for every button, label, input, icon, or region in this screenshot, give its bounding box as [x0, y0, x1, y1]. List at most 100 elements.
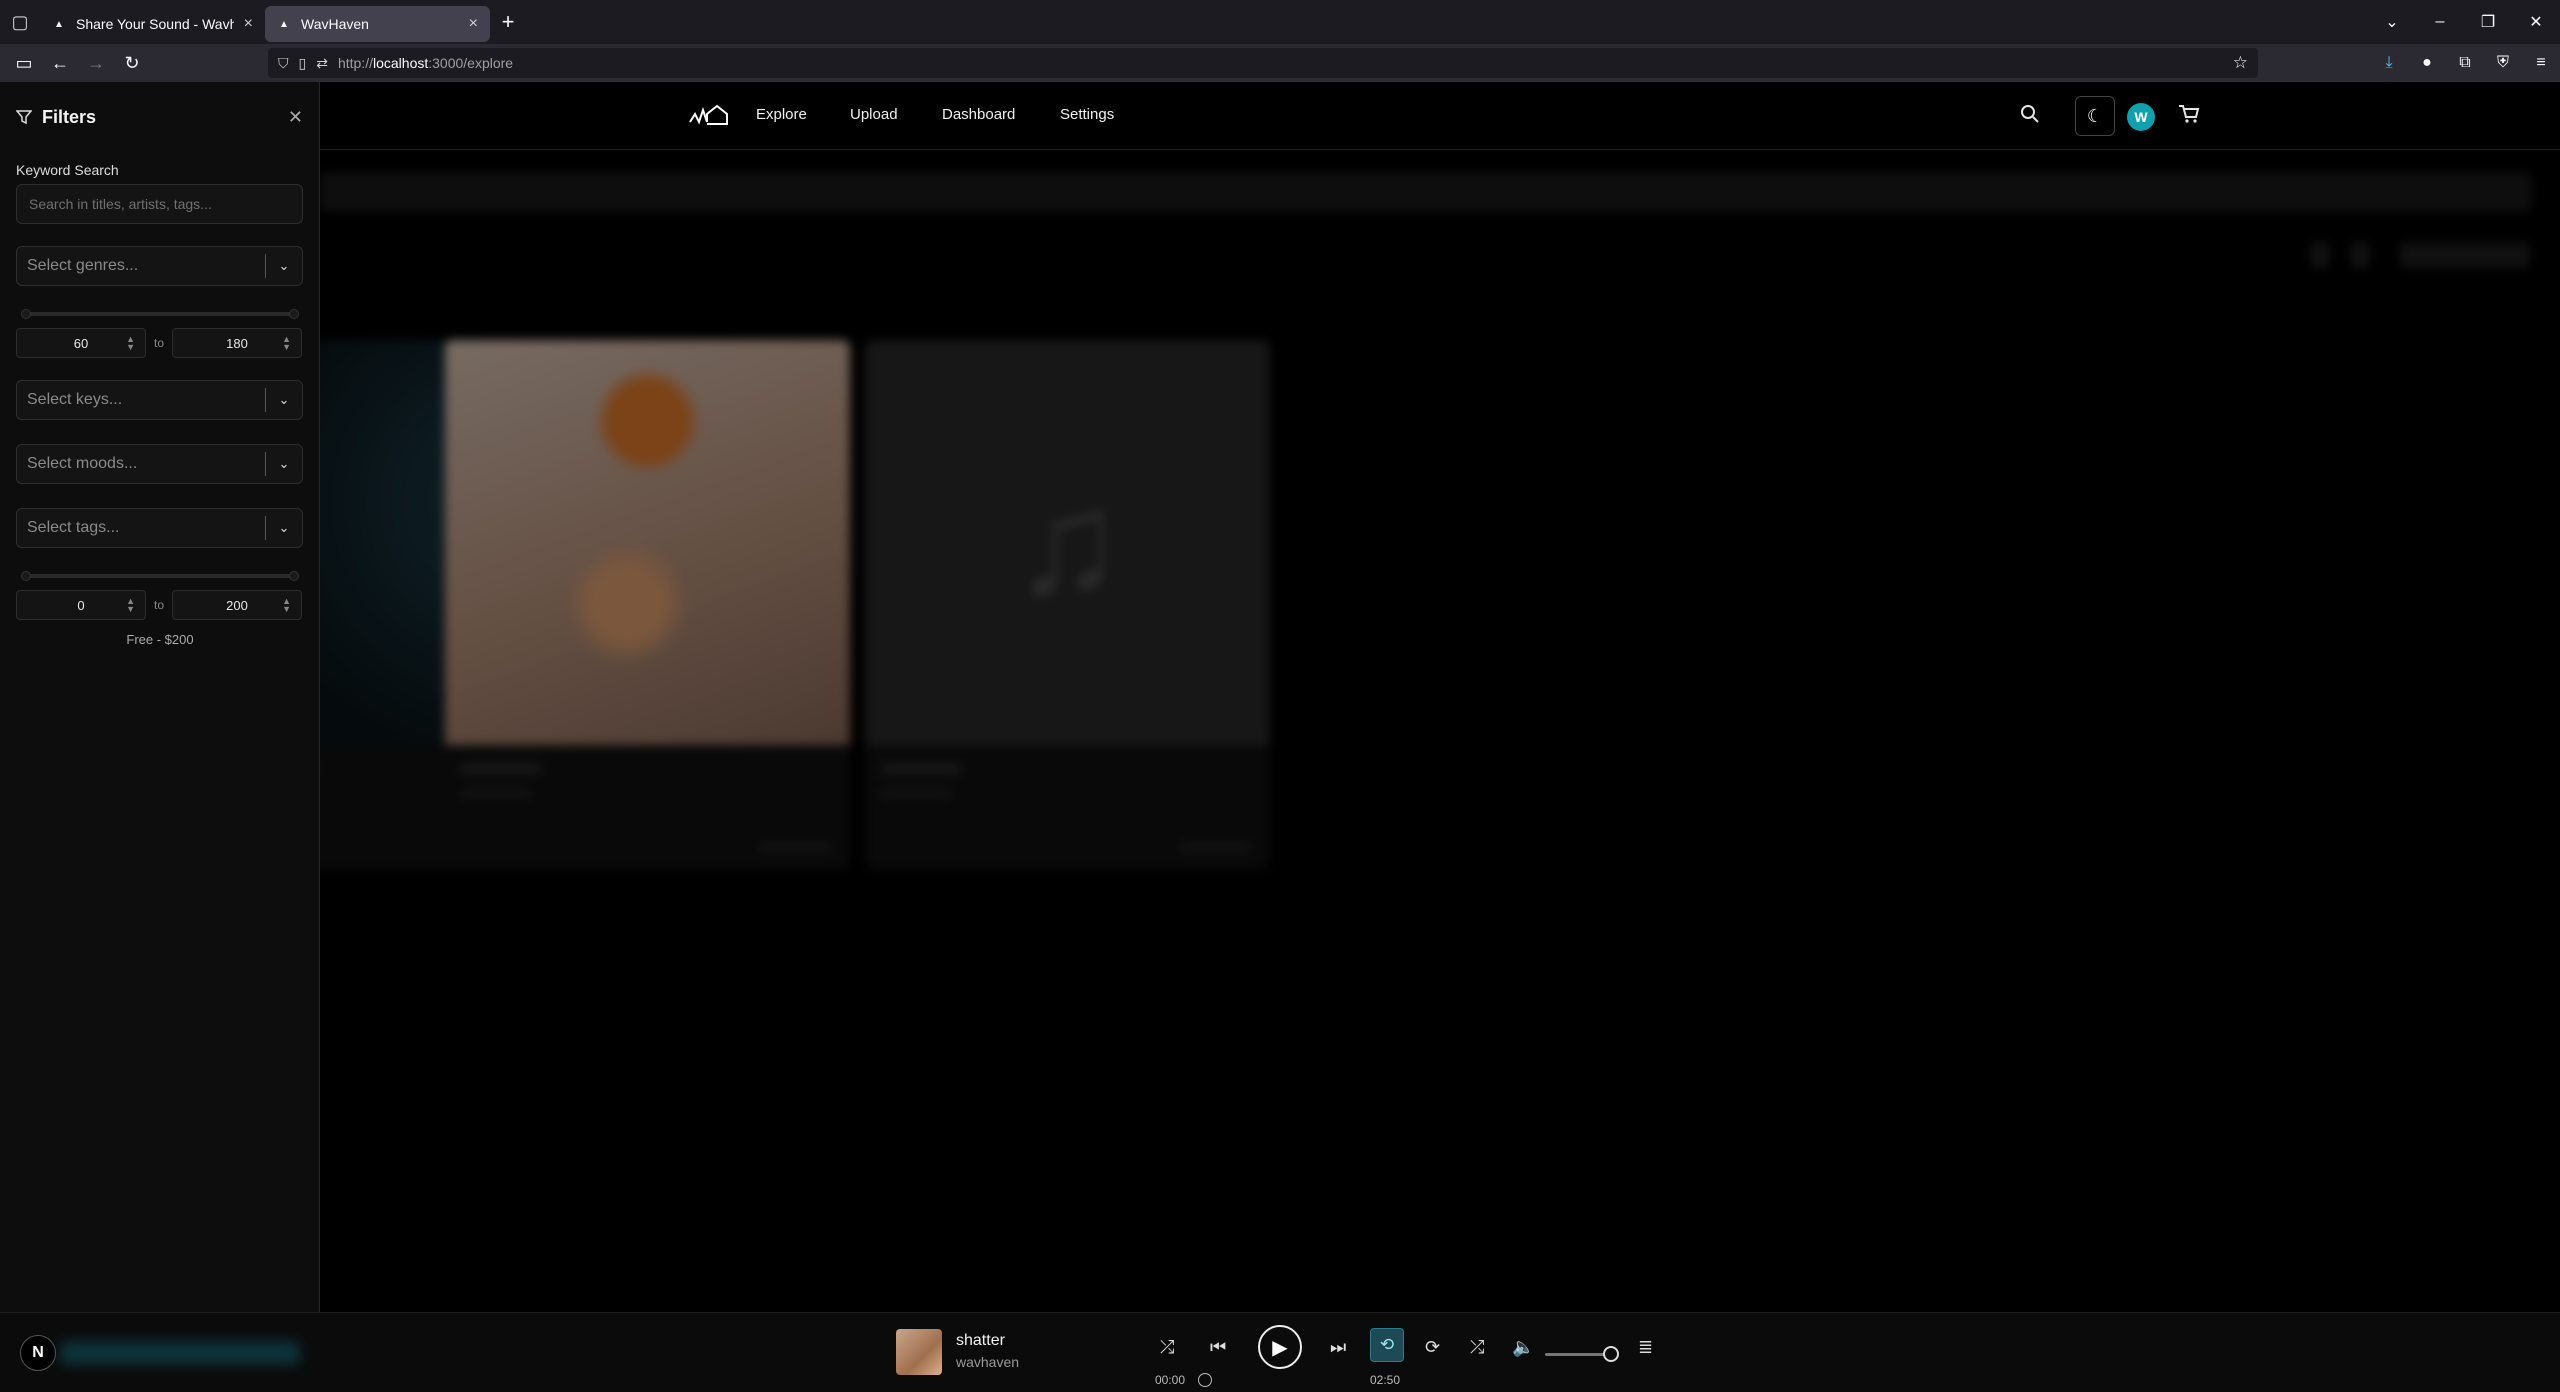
bpm-max-input[interactable]: 180 ▲ ▼: [172, 328, 303, 358]
chevron-down-icon[interactable]: ⌄: [266, 392, 302, 408]
search-icon[interactable]: [2020, 104, 2040, 124]
shield-icon[interactable]: ⛉: [278, 55, 289, 72]
page-icon: ▯: [298, 54, 307, 71]
price-min-input[interactable]: 0 ▲ ▼: [16, 590, 146, 620]
shield-extension-icon[interactable]: ⛨: [2484, 54, 2522, 72]
url-bar[interactable]: ⛉ ▯ ⇄ http://localhost:3000/explore ☆: [268, 48, 2258, 78]
chevron-down-icon[interactable]: ⌄: [266, 456, 302, 472]
genres-select[interactable]: Select genres... ⌄: [16, 246, 303, 286]
moods-placeholder: Select moods...: [27, 455, 138, 472]
shuffle-alt-icon[interactable]: ⤮: [1470, 1337, 1484, 1358]
theme-toggle-button[interactable]: ☾: [2075, 96, 2115, 136]
new-tab-button[interactable]: +: [490, 4, 526, 40]
view-toggle: [2350, 242, 2370, 268]
chevron-down-icon[interactable]: ⌄: [266, 520, 302, 536]
keyword-search-input[interactable]: Search in titles, artists, tags...: [16, 184, 303, 224]
price-max-input[interactable]: 200 ▲ ▼: [172, 590, 303, 620]
nav-explore[interactable]: Explore: [756, 106, 807, 123]
price-min-handle[interactable]: [21, 571, 31, 581]
keys-select[interactable]: Select keys... ⌄: [16, 380, 303, 420]
tags-select[interactable]: Select tags... ⌄: [16, 508, 303, 548]
sidebar-toggle-icon[interactable]: ▭: [6, 47, 42, 79]
track-title[interactable]: shatter: [956, 1332, 1005, 1350]
browser-tab-1[interactable]: ▲ Share Your Sound - Wavhaven ×: [40, 6, 265, 42]
bpm-slider[interactable]: [21, 309, 299, 319]
track-card: [445, 340, 850, 870]
reload-icon[interactable]: ↻: [114, 47, 150, 79]
back-icon[interactable]: ←: [42, 47, 78, 79]
to-label: to: [154, 598, 165, 612]
minimize-icon[interactable]: –: [2416, 13, 2464, 31]
nav-upload[interactable]: Upload: [850, 106, 898, 123]
menu-icon[interactable]: ≡: [2522, 54, 2560, 72]
tab-title: WavHaven: [301, 16, 369, 32]
bpm-min-handle[interactable]: [21, 309, 31, 319]
tab-list-icon[interactable]: ▢: [0, 0, 40, 44]
loop-icon[interactable]: ⟳: [1425, 1337, 1440, 1358]
explore-search-placeholder: [320, 172, 2532, 212]
duration: 02:50: [1370, 1373, 1401, 1387]
bookmark-star-icon[interactable]: ☆: [2233, 53, 2248, 73]
sort-dropdown: [2400, 242, 2530, 268]
avatar[interactable]: W: [2127, 103, 2155, 131]
nav-dashboard[interactable]: Dashboard: [942, 106, 1015, 123]
tab-bar: ▢ ▲ Share Your Sound - Wavhaven × ▲ WavH…: [0, 0, 2560, 44]
bpm-min-input[interactable]: 60 ▲ ▼: [16, 328, 146, 358]
tab-favicon-icon: ▲: [279, 18, 289, 30]
stepper-icon[interactable]: ▲ ▼: [282, 597, 291, 614]
previous-icon[interactable]: ⏮: [1210, 1337, 1226, 1358]
tab-close-icon[interactable]: ×: [244, 15, 253, 33]
bpm-max-handle[interactable]: [289, 309, 299, 319]
to-label: to: [154, 336, 165, 350]
tab-favicon-icon: ▲: [54, 18, 64, 30]
stepper-icon[interactable]: ▲ ▼: [282, 335, 291, 352]
nav-settings[interactable]: Settings: [1060, 106, 1114, 123]
next-icon[interactable]: ⏭: [1330, 1337, 1346, 1358]
stepper-icon[interactable]: ▲ ▼: [126, 597, 135, 614]
moods-select[interactable]: Select moods... ⌄: [16, 444, 303, 484]
filter-icon: [16, 110, 32, 125]
music-note-icon: ♫: [1011, 458, 1124, 626]
track-artist[interactable]: wavhaven: [956, 1354, 1019, 1370]
restore-icon[interactable]: ❐: [2464, 12, 2512, 32]
account-icon[interactable]: ●: [2408, 54, 2446, 72]
cart-icon[interactable]: [2178, 104, 2200, 124]
seek-handle[interactable]: [1198, 1373, 1212, 1387]
stepper-icon[interactable]: ▲ ▼: [126, 335, 135, 352]
tab-overflow-icon[interactable]: ⌄: [2368, 12, 2416, 32]
close-icon[interactable]: ✕: [288, 107, 303, 128]
extensions-icon[interactable]: ⧉: [2446, 54, 2484, 72]
play-button[interactable]: ▶: [1258, 1325, 1302, 1369]
track-thumbnail[interactable]: [896, 1329, 942, 1375]
forward-icon[interactable]: →: [78, 47, 114, 79]
moon-icon: ☾: [2086, 105, 2104, 126]
chevron-down-icon[interactable]: ⌄: [266, 258, 302, 274]
notification-blurred: [60, 1341, 300, 1365]
volume-handle[interactable]: [1603, 1346, 1619, 1362]
track-card: ♫: [865, 340, 1270, 870]
tab-close-icon[interactable]: ×: [469, 15, 478, 33]
browser-navbar: ▭ ← → ↻ ⛉ ▯ ⇄ http://localhost:3000/expl…: [0, 44, 2560, 82]
url-text: http://localhost:3000/explore: [337, 55, 514, 71]
permissions-icon[interactable]: ⇄: [316, 55, 328, 72]
browser-chrome: ▢ ▲ Share Your Sound - Wavhaven × ▲ WavH…: [0, 0, 2560, 82]
genres-placeholder: Select genres...: [27, 257, 139, 274]
download-icon[interactable]: ⤓: [2370, 54, 2408, 72]
tags-placeholder: Select tags...: [27, 519, 120, 536]
toolbar-right: ⤓ ● ⧉ ⛨ ≡: [2370, 44, 2560, 82]
wavhaven-logo-icon[interactable]: [688, 102, 730, 130]
explore-content-blurred: ♫: [220, 150, 2560, 1312]
repeat-button[interactable]: ⟲: [1370, 1328, 1404, 1362]
play-icon: ▶: [1272, 1336, 1288, 1359]
repeat-icon: ⟲: [1379, 1335, 1395, 1354]
close-window-icon[interactable]: ✕: [2512, 12, 2560, 32]
shuffle-icon[interactable]: ⤮: [1160, 1337, 1174, 1358]
app: Explore Upload Dashboard Settings ☾ W ♫ …: [0, 82, 2560, 1392]
filters-title: Filters: [42, 106, 97, 127]
queue-icon[interactable]: ≣: [1638, 1337, 1653, 1358]
next-dev-badge[interactable]: N: [20, 1335, 56, 1371]
price-slider[interactable]: [21, 571, 299, 581]
browser-tab-2[interactable]: ▲ WavHaven ×: [265, 6, 490, 42]
volume-icon[interactable]: 🔈: [1512, 1337, 1534, 1358]
price-max-handle[interactable]: [289, 571, 299, 581]
